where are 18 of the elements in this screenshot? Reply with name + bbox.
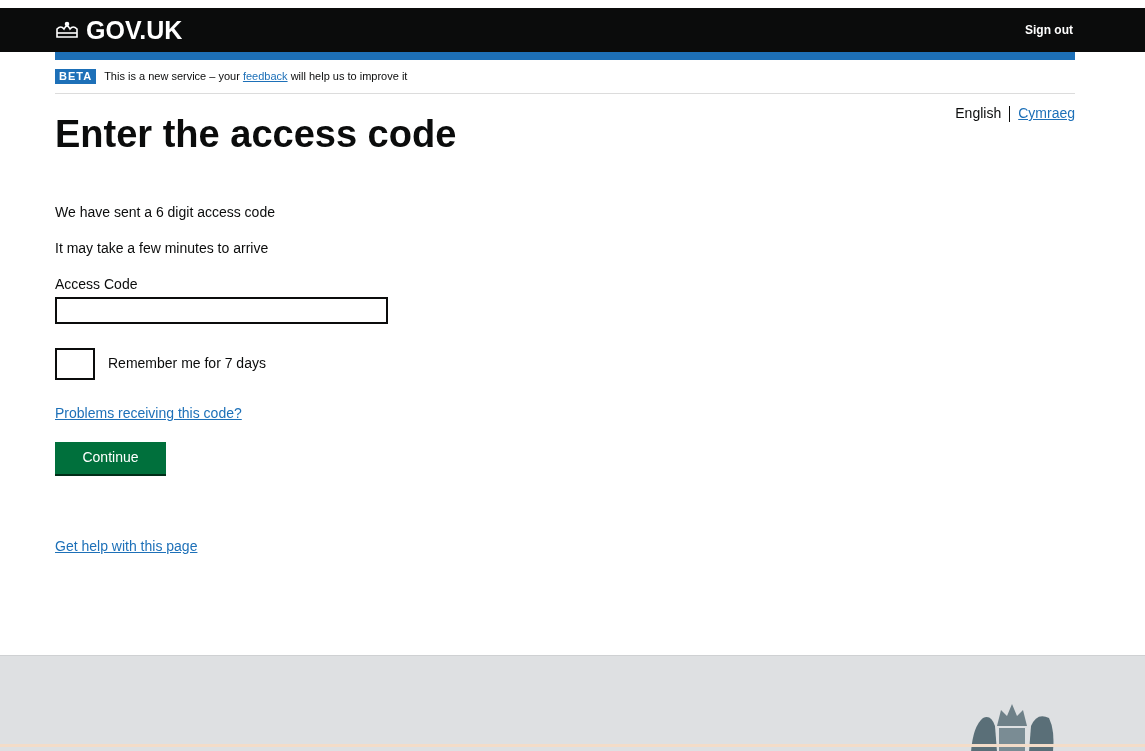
field-label: Access Code bbox=[55, 274, 139, 294]
access-code-field[interactable] bbox=[55, 296, 388, 324]
body-text: We have sent a 6 digit access code bbox=[55, 202, 276, 222]
body-text: It may take a few minutes to arrive bbox=[55, 238, 270, 258]
problems-link[interactable]: Problems receiving this code? bbox=[55, 402, 242, 424]
crown-icon bbox=[55, 21, 79, 39]
page-heading: Enter the access code bbox=[55, 111, 457, 157]
checkbox-label: Remember me for 7 days bbox=[108, 354, 266, 373]
feedback-link[interactable]: feedback bbox=[242, 70, 288, 82]
current-language: English bbox=[955, 104, 1002, 123]
gov-uk-logo[interactable]: GOV.UK bbox=[86, 17, 183, 43]
continue-button[interactable]: Continue bbox=[55, 441, 166, 474]
phase-banner-text: This is a new service – your feedback will help us to improve it bbox=[104, 69, 408, 84]
checkbox[interactable] bbox=[55, 347, 95, 380]
beta-tag: BETA bbox=[55, 68, 97, 84]
language-link[interactable]: Cymraeg bbox=[1018, 103, 1075, 124]
help-link[interactable]: Get help with this page bbox=[55, 535, 198, 557]
sign-out-link[interactable]: Sign out bbox=[1025, 21, 1073, 39]
